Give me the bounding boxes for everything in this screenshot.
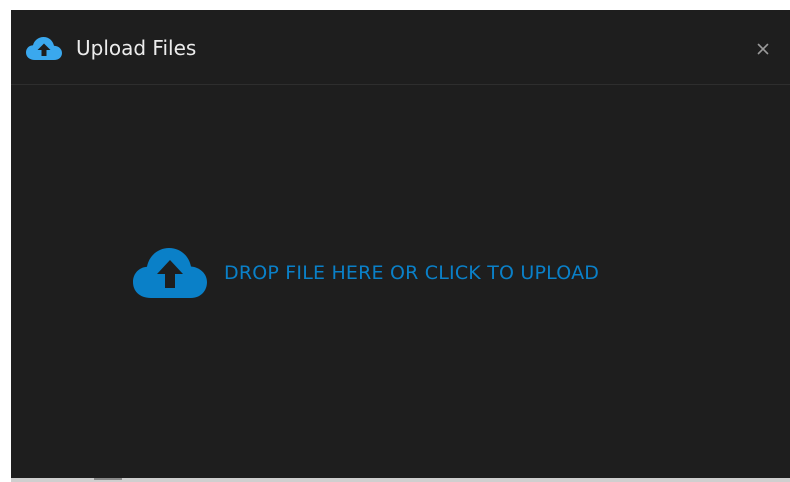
close-button[interactable] (748, 36, 778, 62)
upload-dialog: Upload Files DROP FILE HERE OR CLICK TO … (11, 10, 790, 480)
dialog-title: Upload Files (76, 36, 197, 60)
bottom-tab-indicator (94, 478, 122, 480)
file-drop-zone[interactable]: DROP FILE HERE OR CLICK TO UPLOAD (11, 85, 790, 477)
close-icon[interactable] (757, 43, 769, 55)
cloud-upload-icon[interactable] (133, 248, 207, 298)
dialog-header: Upload Files (11, 10, 790, 85)
bottom-edge (11, 478, 790, 482)
cloud-upload-icon (26, 37, 62, 61)
drop-zone-label[interactable]: DROP FILE HERE OR CLICK TO UPLOAD (224, 259, 599, 287)
